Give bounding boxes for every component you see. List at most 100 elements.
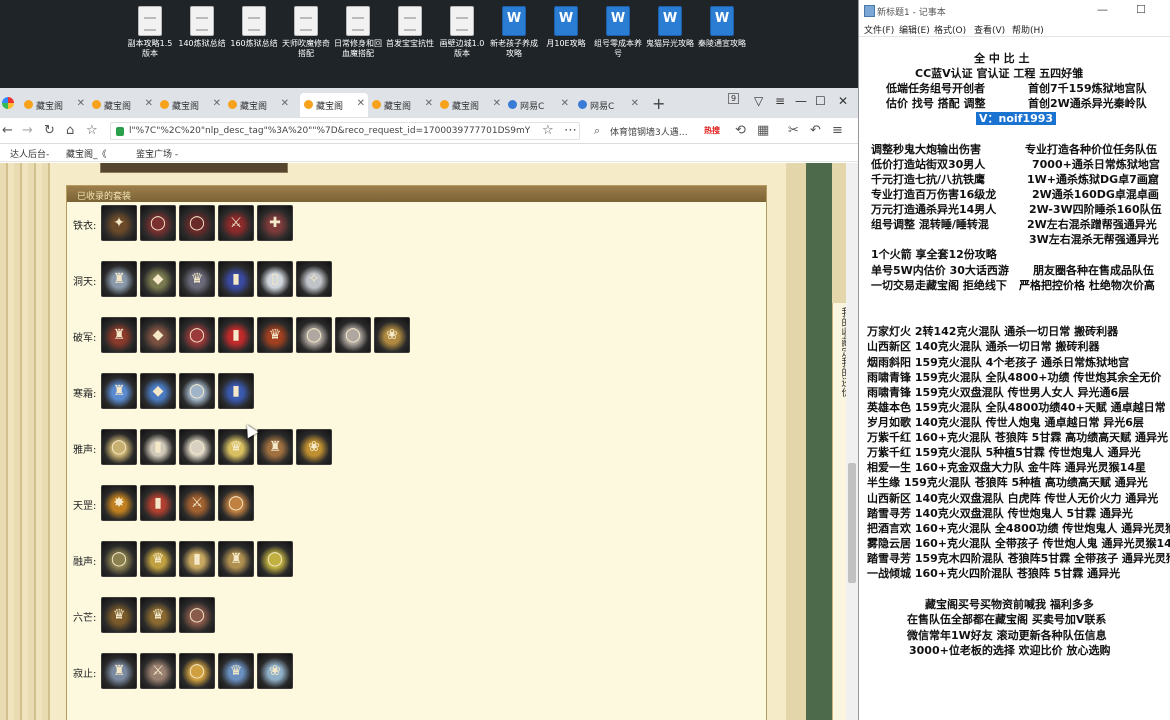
favorite-star-icon[interactable]: ☆: [542, 123, 554, 138]
maximize-button[interactable]: ☐: [815, 94, 826, 108]
notepad-menu-item[interactable]: 格式(O): [934, 23, 966, 36]
equipment-item-icon[interactable]: ✦: [101, 205, 137, 241]
equipment-item-icon[interactable]: ⚔: [179, 485, 215, 521]
tab-close-icon[interactable]: ✕: [281, 98, 289, 109]
desktop-icon[interactable]: 画壁边城1.0版本: [436, 6, 488, 59]
equipment-item-icon[interactable]: ◯: [140, 205, 176, 241]
browser-tab[interactable]: 藏宝阁 ✕: [436, 93, 504, 117]
browser-tab[interactable]: 藏宝阁 ✕: [156, 93, 224, 117]
equipment-item-icon[interactable]: ▮: [179, 541, 215, 577]
apps-grid-icon[interactable]: ▦: [757, 123, 769, 138]
equipment-item-icon[interactable]: ◆: [140, 261, 176, 297]
equipment-item-icon[interactable]: ✚: [257, 205, 293, 241]
desktop-icon[interactable]: 天师吹魔修奇搭配: [280, 6, 332, 59]
equipment-item-icon[interactable]: ♛: [101, 597, 137, 633]
tab-close-icon[interactable]: ✕: [493, 98, 501, 109]
menu-icon[interactable]: ≡: [775, 94, 785, 108]
equipment-item-icon[interactable]: ♜: [101, 317, 137, 353]
browser-tab[interactable]: 网易C ✕: [574, 93, 642, 117]
tab-close-icon[interactable]: ✕: [357, 98, 365, 109]
equipment-item-icon[interactable]: ⚔: [140, 653, 176, 689]
url-field[interactable]: l"%7C"%2C%20"nlp_desc_tag"%3A%20""%7D&re…: [110, 122, 580, 140]
equipment-item-icon[interactable]: ◯: [296, 317, 332, 353]
undo-icon[interactable]: ↶: [810, 123, 821, 138]
equipment-item-icon[interactable]: ◯: [179, 205, 215, 241]
equipment-item-icon[interactable]: ✸: [101, 485, 137, 521]
equipment-item-icon[interactable]: ♜: [101, 373, 137, 409]
equipment-item-icon[interactable]: ◯: [257, 541, 293, 577]
desktop-icon[interactable]: 秦陵通宣攻略: [696, 6, 748, 49]
sync-icon[interactable]: ⟲: [735, 123, 746, 138]
equipment-item-icon[interactable]: ◯: [179, 653, 215, 689]
equipment-item-icon[interactable]: ✧: [296, 261, 332, 297]
equipment-item-icon[interactable]: ◯: [218, 485, 254, 521]
equipment-item-icon[interactable]: ◯: [101, 429, 137, 465]
equipment-item-icon[interactable]: ♛: [140, 541, 176, 577]
browser-tab[interactable]: 网易C ✕: [504, 93, 572, 117]
equipment-item-icon[interactable]: ▯: [257, 261, 293, 297]
desktop-icon[interactable]: 副本攻略1.5版本: [124, 6, 176, 59]
bookmark-item[interactable]: 达人后台-: [10, 147, 49, 160]
equipment-item-icon[interactable]: ♛: [179, 261, 215, 297]
equipment-item-icon[interactable]: ◯: [179, 373, 215, 409]
desktop-icon[interactable]: 160炼狱总结: [228, 6, 280, 49]
browser-tab[interactable]: 藏宝阁 ✕: [224, 93, 292, 117]
tab-close-icon[interactable]: ✕: [561, 98, 569, 109]
equipment-item-icon[interactable]: ◯: [101, 541, 137, 577]
equipment-item-icon[interactable]: ▮: [218, 317, 254, 353]
equipment-item-icon[interactable]: ♜: [101, 653, 137, 689]
equipment-item-icon[interactable]: ♛: [257, 317, 293, 353]
equipment-item-icon[interactable]: ▮: [218, 261, 254, 297]
browser-logo-icon[interactable]: [2, 97, 14, 109]
bookmark-item[interactable]: 藏宝阁_《: [66, 147, 107, 160]
home-icon[interactable]: ⌂: [66, 123, 74, 138]
equipment-item-icon[interactable]: ◯: [179, 429, 215, 465]
desktop-icon[interactable]: 月10E攻略: [540, 6, 592, 49]
equipment-item-icon[interactable]: ◯: [335, 317, 371, 353]
close-button[interactable]: ✕: [838, 94, 848, 108]
bookmark-item[interactable]: 鉴宝广场 -: [136, 147, 178, 160]
desktop-icon[interactable]: 日常修身和回血魔搭配: [332, 6, 384, 59]
tab-close-icon[interactable]: ✕: [425, 98, 433, 109]
tab-close-icon[interactable]: ✕: [631, 98, 639, 109]
equipment-item-icon[interactable]: ▮: [140, 429, 176, 465]
desktop-icon[interactable]: 首发宝宝抗性: [384, 6, 436, 49]
desktop-icon[interactable]: 鬼猫异光攻略: [644, 6, 696, 49]
notepad-menu-item[interactable]: 查看(V): [974, 23, 1005, 36]
equipment-item-icon[interactable]: ▮: [218, 373, 254, 409]
equipment-item-icon[interactable]: ♜: [257, 429, 293, 465]
equipment-item-icon[interactable]: ♛: [218, 653, 254, 689]
minimize-button[interactable]: —: [795, 94, 807, 108]
notepad-text-area[interactable]: 全 中 比 土 CC蓝V认证 官认证 工程 五四好雏 低端任务组号开创者 首创7千15…: [859, 38, 1170, 720]
browser-tab[interactable]: 藏宝阁 ✕: [300, 93, 368, 117]
tab-close-icon[interactable]: ✕: [145, 98, 153, 109]
equipment-item-icon[interactable]: ◯: [179, 597, 215, 633]
browser-tab[interactable]: 藏宝阁 ✕: [88, 93, 156, 117]
tab-close-icon[interactable]: ✕: [77, 98, 85, 109]
equipment-item-icon[interactable]: ❀: [296, 429, 332, 465]
equipment-item-icon[interactable]: ♛: [140, 597, 176, 633]
shirt-icon[interactable]: ▽: [754, 94, 763, 108]
equipment-item-icon[interactable]: ⚔: [218, 205, 254, 241]
equipment-item-icon[interactable]: ❀: [374, 317, 410, 353]
bookmark-star-icon[interactable]: ☆: [86, 123, 98, 138]
browser-tab[interactable]: 藏宝阁 ✕: [20, 93, 88, 117]
more-icon[interactable]: ⋯: [564, 123, 577, 138]
equipment-item-icon[interactable]: ♜: [218, 541, 254, 577]
desktop-icon[interactable]: 组号零成本养号: [592, 6, 644, 59]
equipment-item-icon[interactable]: ❀: [257, 653, 293, 689]
search-input[interactable]: 体育馆钢墙3人遇…: [592, 122, 722, 140]
forward-icon[interactable]: →: [22, 123, 33, 138]
notepad-menu-item[interactable]: 帮助(H): [1012, 23, 1044, 36]
notepad-maximize-button[interactable]: ☐: [1136, 3, 1146, 16]
desktop-icon[interactable]: 140炼狱总结: [176, 6, 228, 49]
notepad-minimize-button[interactable]: —: [1097, 3, 1108, 16]
notepad-menu-item[interactable]: 文件(F): [864, 23, 894, 36]
tab-close-icon[interactable]: ✕: [213, 98, 221, 109]
equipment-item-icon[interactable]: ◆: [140, 317, 176, 353]
notepad-menu-item[interactable]: 编辑(E): [899, 23, 930, 36]
desktop-icon[interactable]: 新老孩子养成攻略: [488, 6, 540, 59]
new-tab-button[interactable]: +: [652, 94, 665, 113]
scrollbar-thumb[interactable]: [848, 463, 856, 583]
back-icon[interactable]: ←: [2, 123, 13, 138]
